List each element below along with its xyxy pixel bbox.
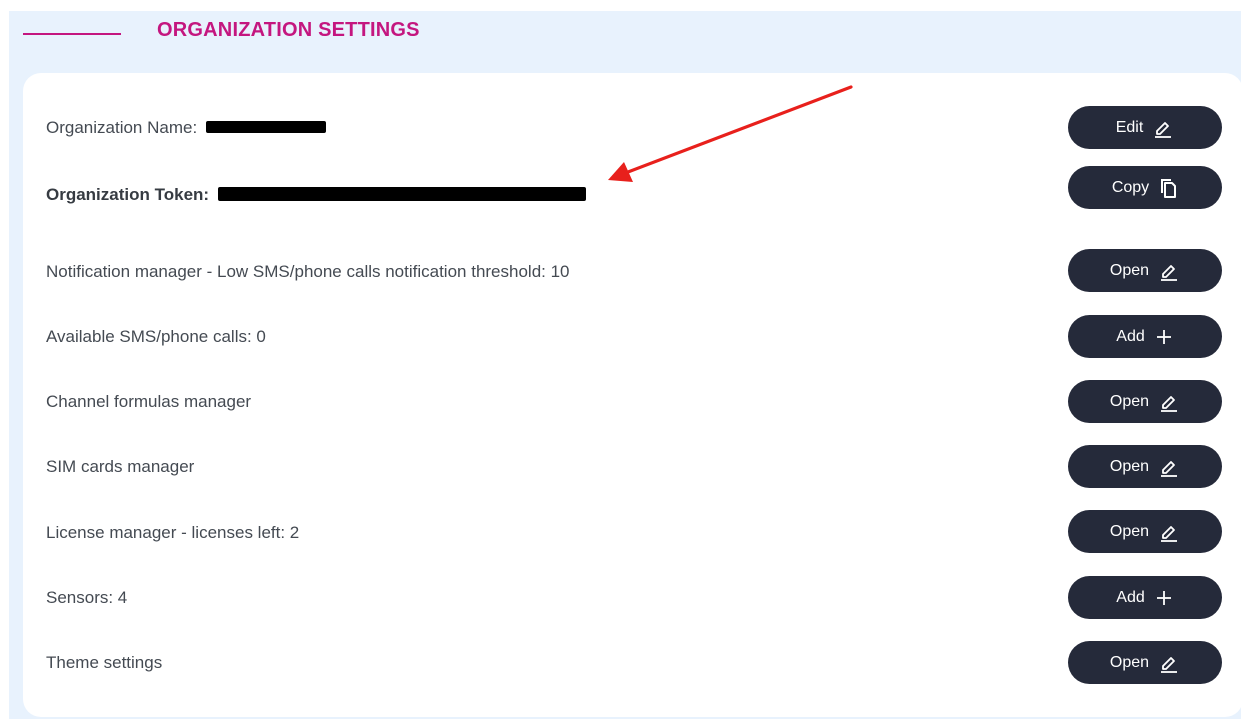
notification-manager-label: Notification manager - Low SMS/phone cal… bbox=[46, 262, 570, 281]
organization-name-row: Organization Name: bbox=[46, 118, 326, 138]
pencil-icon bbox=[1161, 395, 1178, 412]
redacted-organization-token bbox=[217, 187, 586, 202]
copy-button[interactable]: Copy bbox=[1068, 166, 1222, 209]
available-sms-calls-label: Available SMS/phone calls: 0 bbox=[46, 327, 266, 346]
sim-cards-manager-label: SIM cards manager bbox=[46, 457, 195, 476]
copy-icon bbox=[1161, 178, 1177, 198]
pencil-icon bbox=[1161, 460, 1178, 477]
header-divider bbox=[23, 33, 121, 35]
pencil-icon bbox=[1161, 264, 1178, 281]
copy-button-label: Copy bbox=[1111, 178, 1150, 196]
open-license-manager-button[interactable]: Open bbox=[1068, 510, 1222, 553]
open-theme-settings-button[interactable]: Open bbox=[1068, 641, 1222, 684]
open-sim-cards-button[interactable]: Open bbox=[1068, 445, 1222, 488]
theme-settings-label: Theme settings bbox=[46, 653, 163, 672]
edit-button[interactable]: Edit bbox=[1068, 106, 1222, 149]
open-button-label: Open bbox=[1109, 392, 1150, 410]
organization-name-label: Organization Name: bbox=[46, 118, 198, 137]
add-button-label: Add bbox=[1116, 327, 1145, 345]
organization-token-label: Organization Token: bbox=[46, 185, 210, 204]
open-notification-manager-button[interactable]: Open bbox=[1068, 249, 1222, 292]
open-channel-formulas-button[interactable]: Open bbox=[1068, 380, 1222, 423]
organization-token-row: Organization Token: bbox=[46, 185, 586, 205]
open-button-label: Open bbox=[1109, 457, 1150, 475]
pencil-icon bbox=[1161, 525, 1178, 542]
edit-button-label: Edit bbox=[1115, 118, 1144, 136]
add-button-label: Add bbox=[1116, 588, 1145, 606]
open-button-label: Open bbox=[1109, 522, 1150, 540]
sensors-label: Sensors: 4 bbox=[46, 588, 128, 607]
plus-icon bbox=[1156, 329, 1171, 344]
open-button-label: Open bbox=[1109, 653, 1150, 671]
pencil-icon bbox=[1161, 656, 1178, 673]
open-button-label: Open bbox=[1109, 261, 1150, 279]
plus-icon bbox=[1156, 590, 1171, 605]
channel-formulas-manager-label: Channel formulas manager bbox=[46, 392, 252, 411]
redacted-organization-name bbox=[205, 121, 326, 134]
add-sensor-button[interactable]: Add bbox=[1068, 576, 1222, 619]
license-manager-label: License manager - licenses left: 2 bbox=[46, 523, 300, 542]
add-sms-calls-button[interactable]: Add bbox=[1068, 315, 1222, 358]
page-title: ORGANIZATION SETTINGS bbox=[157, 19, 420, 41]
pencil-icon bbox=[1155, 121, 1172, 138]
